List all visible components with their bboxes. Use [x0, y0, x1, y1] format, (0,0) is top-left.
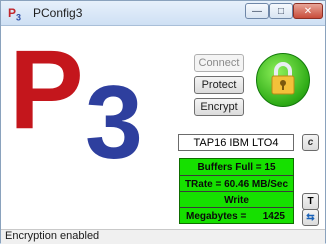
megabytes-row: Megabytes = 1425: [180, 207, 293, 224]
status-bar: Encryption enabled: [1, 229, 325, 244]
status-text: Encryption enabled: [5, 230, 100, 242]
megabytes-value: 1425: [262, 210, 285, 222]
title-bar: P3 PConfig3 — □ ✕: [1, 1, 325, 26]
tape-device-label: TAP16 IBM LTO4: [178, 134, 294, 151]
buffers-full-text: Buffers Full = 15: [197, 161, 276, 173]
logo-letter-p: P: [9, 27, 84, 152]
t-button[interactable]: T: [302, 193, 319, 210]
minimize-button[interactable]: —: [245, 3, 269, 19]
transfer-status-panel: Buffers Full = 15 TRate = 60.46 MB/Sec W…: [179, 158, 294, 224]
app-window: P3 PConfig3 — □ ✕ P 3 Connect Protect En…: [0, 0, 326, 244]
megabytes-label: Megabytes =: [186, 210, 247, 222]
refresh-button[interactable]: ⇆: [302, 209, 319, 226]
lock-status-indicator: [256, 53, 310, 107]
window-title: PConfig3: [33, 6, 83, 20]
maximize-icon: □: [277, 5, 285, 17]
lock-icon: [271, 62, 295, 95]
transfer-rate-text: TRate = 60.46 MB/Sec: [180, 175, 293, 192]
c-button[interactable]: c: [302, 134, 319, 151]
minimize-icon: —: [252, 5, 262, 17]
encrypt-button[interactable]: Encrypt: [194, 98, 244, 116]
refresh-icon: ⇆: [306, 212, 315, 223]
protect-button[interactable]: Protect: [194, 76, 244, 94]
close-icon: ✕: [303, 5, 313, 17]
mode-text: Write: [180, 191, 293, 208]
app-icon: P3: [8, 6, 22, 23]
logo-digit-3: 3: [85, 65, 143, 181]
connect-button[interactable]: Connect: [194, 54, 244, 72]
maximize-button[interactable]: □: [269, 3, 293, 19]
close-button[interactable]: ✕: [293, 3, 323, 19]
